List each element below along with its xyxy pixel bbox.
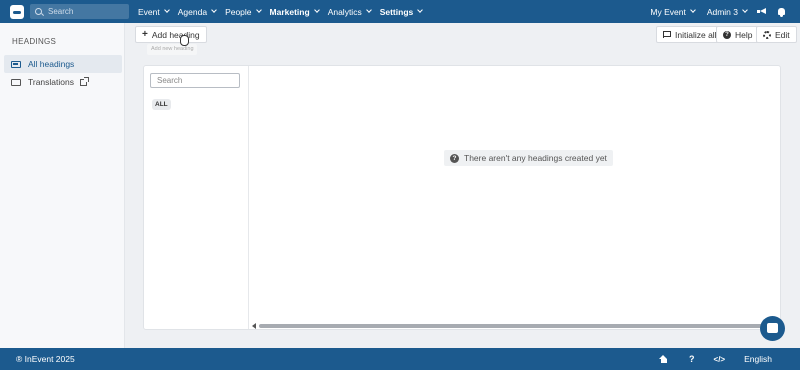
- nav-settings-label: Settings: [379, 6, 414, 17]
- search-icon: [35, 8, 42, 15]
- help-button[interactable]: ? Help: [716, 26, 760, 43]
- gear-icon: [763, 30, 771, 39]
- footer: ® InEvent 2025 ? </> English: [0, 348, 800, 370]
- sidebar-item-label: All headings: [28, 59, 75, 69]
- nav-analytics-label: Analytics: [327, 6, 362, 17]
- scrollbar-thumb[interactable]: [259, 324, 765, 328]
- nav-marketing-label: Marketing: [269, 6, 310, 17]
- top-navigation-bar: Search Event Agenda People Marketing Ana…: [0, 0, 800, 23]
- chevron-down-icon: [365, 7, 372, 13]
- chevron-down-icon: [255, 7, 262, 13]
- initialize-all-button[interactable]: Initialize all: [656, 26, 724, 43]
- footer-links: ? </> English: [659, 348, 772, 370]
- global-search-input[interactable]: Search: [30, 4, 129, 19]
- headings-panel: Search ALL ? There aren't any headings c…: [143, 65, 781, 330]
- nav-event[interactable]: Event: [138, 6, 170, 17]
- chevron-down-icon: [742, 7, 748, 13]
- edit-button[interactable]: Edit: [756, 26, 797, 43]
- admin-menu[interactable]: Admin 3: [706, 6, 748, 17]
- copyright-text: ® InEvent 2025: [16, 354, 75, 364]
- nav-people-label: People: [225, 6, 252, 17]
- chevron-down-icon: [211, 7, 217, 13]
- sidebar: HEADINGS All headings Translations: [0, 23, 125, 348]
- help-label: Help: [735, 29, 753, 40]
- initialize-all-label: Initialize all: [675, 29, 717, 40]
- nav-agenda-label: Agenda: [177, 6, 208, 17]
- help-icon: ?: [723, 30, 731, 39]
- filter-column: Search ALL: [144, 66, 249, 329]
- toolbar: + Add heading Initialize all ? Help Edit: [125, 23, 800, 45]
- edit-label: Edit: [775, 29, 790, 40]
- flag-icon: [663, 31, 671, 38]
- plus-icon: +: [142, 29, 148, 40]
- scroll-left-icon[interactable]: [252, 323, 256, 329]
- nav-agenda[interactable]: Agenda: [177, 6, 217, 17]
- add-heading-button[interactable]: + Add heading: [135, 26, 207, 43]
- chevron-down-icon: [313, 7, 320, 13]
- add-heading-tooltip: Add new heading: [147, 44, 197, 55]
- inevent-logo[interactable]: [10, 4, 24, 19]
- list-icon: [11, 60, 21, 68]
- chevron-down-icon: [689, 7, 696, 13]
- help-footer-icon[interactable]: ?: [689, 354, 695, 364]
- sidebar-item-all-headings[interactable]: All headings: [4, 55, 122, 73]
- chevron-down-icon: [163, 7, 170, 13]
- empty-state-message: ? There aren't any headings created yet: [444, 150, 613, 166]
- nav-event-label: Event: [138, 6, 160, 17]
- add-heading-label: Add heading: [151, 29, 200, 40]
- code-icon[interactable]: </>: [714, 355, 726, 364]
- sidebar-item-translations[interactable]: Translations: [4, 73, 122, 91]
- my-event-menu[interactable]: My Event: [650, 6, 696, 17]
- my-event-label: My Event: [650, 6, 686, 17]
- sidebar-title: HEADINGS: [12, 37, 57, 46]
- nav-people[interactable]: People: [225, 6, 262, 17]
- translate-icon: [11, 78, 21, 86]
- mouse-cursor-icon: [180, 35, 189, 46]
- topbar-right: My Event Admin 3: [638, 0, 785, 23]
- horizontal-scrollbar[interactable]: [250, 323, 765, 329]
- chevron-down-icon: [417, 7, 424, 13]
- sidebar-item-label: Translations: [28, 77, 74, 87]
- bell-icon[interactable]: [778, 8, 785, 17]
- home-icon[interactable]: [659, 355, 668, 363]
- nav-settings[interactable]: Settings: [379, 6, 424, 17]
- language-selector[interactable]: English: [744, 354, 772, 364]
- nav-marketing[interactable]: Marketing: [269, 6, 320, 17]
- megaphone-icon[interactable]: [757, 8, 766, 15]
- question-icon: ?: [450, 153, 459, 163]
- admin-label: Admin 3: [706, 6, 738, 17]
- global-search-placeholder: Search: [48, 7, 74, 16]
- panel-search-input[interactable]: Search: [150, 73, 240, 88]
- nav-analytics[interactable]: Analytics: [327, 6, 372, 17]
- external-link-icon: [79, 76, 89, 86]
- main-nav: Event Agenda People Marketing Analytics …: [138, 7, 431, 17]
- chat-support-button[interactable]: [760, 316, 785, 341]
- empty-state-text: There aren't any headings created yet: [464, 153, 607, 163]
- filter-all-chip[interactable]: ALL: [152, 99, 171, 110]
